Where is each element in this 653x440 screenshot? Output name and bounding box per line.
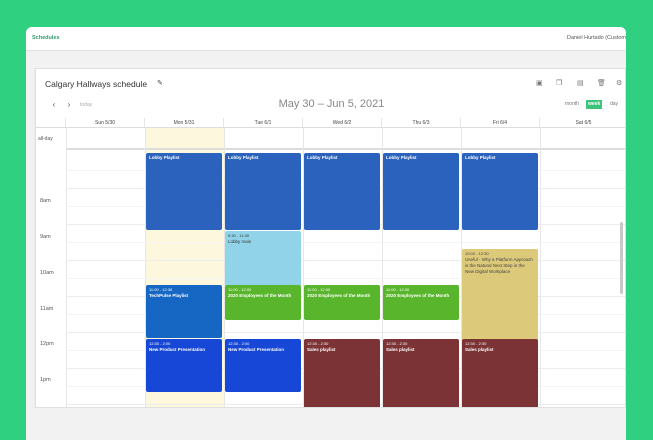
event-fri-useful[interactable]: 10:00 - 12:30 Useful - Why a Platform Ap… [462, 249, 538, 341]
event-tue-employees[interactable]: 11:00 - 12:00 2020 Employees of the Mont… [225, 285, 301, 320]
event-fri-sales[interactable]: 12:30 - 2:30 Sales playlist [462, 339, 538, 407]
event-tue-lobby-main[interactable]: 9:30 - 11:30 Lobby main [225, 231, 301, 286]
time-label-8am: 8am [40, 198, 51, 204]
event-wed-employees[interactable]: 11:00 - 12:00 2020 Employees of the Mont… [304, 285, 380, 320]
event-tue-new-product[interactable]: 12:30 - 2:00 New Product Presentation [225, 339, 301, 392]
schedule-card: Calgary Hallways schedule ✎ ▣ ❐ ▤ 🗑 ⚙ ‹ … [35, 68, 626, 408]
calendar-add-icon[interactable]: ▣ [536, 79, 543, 87]
time-label-10am: 10am [40, 270, 54, 276]
trash-icon[interactable]: 🗑 [597, 79, 606, 87]
view-month-button[interactable]: month [563, 100, 581, 109]
app-title[interactable]: Schedules [32, 35, 60, 41]
time-label-1pm: 1pm [40, 377, 51, 383]
allday-label: all-day [38, 136, 53, 142]
event-fri-lobby-playlist[interactable]: Lobby Playlist [462, 153, 538, 230]
folder-icon[interactable]: ▤ [577, 79, 584, 87]
allday-row[interactable] [66, 128, 625, 150]
event-wed-sales[interactable]: 12:30 - 2:30 Sales playlist [304, 339, 380, 407]
edit-pencil-icon[interactable]: ✎ [157, 79, 163, 87]
day-header-tue: Tue 6/1 [224, 118, 303, 128]
event-thu-lobby-playlist[interactable]: Lobby Playlist [383, 153, 459, 230]
event-mon-new-product[interactable]: 12:30 - 2:00 New Product Presentation [146, 339, 222, 392]
time-label-9am: 9am [40, 234, 51, 240]
event-thu-sales[interactable]: 12:30 - 2:30 Sales playlist [383, 339, 459, 407]
copy-icon[interactable]: ❐ [556, 79, 562, 87]
event-tue-lobby-playlist[interactable]: Lobby Playlist [225, 153, 301, 230]
date-range-title: May 30 – Jun 5, 2021 [278, 98, 385, 110]
schedule-title: Calgary Hallways schedule [45, 79, 148, 89]
event-thu-employees[interactable]: 11:00 - 12:00 2020 Employees of the Mont… [383, 285, 459, 320]
view-day-button[interactable]: day [608, 100, 620, 109]
time-label-12pm: 12pm [40, 341, 54, 347]
day-header-mon: Mon 5/31 [145, 118, 224, 128]
top-bar: Schedules Daniel Hurtado (Custom [26, 27, 626, 51]
view-week-button[interactable]: week [586, 100, 603, 109]
time-gutter-header [36, 118, 66, 128]
event-mon-lobby-playlist[interactable]: Lobby Playlist [146, 153, 222, 230]
day-header-fri: Fri 6/4 [461, 118, 540, 128]
day-header-thu: Thu 6/3 [382, 118, 461, 128]
time-label-11am: 11am [40, 306, 54, 312]
gear-icon[interactable]: ⚙ [616, 79, 622, 87]
event-mon-techpulse[interactable]: 11:00 - 12:30 TechPulse Playlist [146, 285, 222, 338]
week-grid: Sun 5/30 Mon 5/31 Tue 6/1 Wed 6/2 Thu 6/… [36, 118, 625, 407]
day-header-sun: Sun 5/30 [66, 118, 145, 128]
event-wed-lobby-playlist[interactable]: Lobby Playlist [304, 153, 380, 230]
user-menu[interactable]: Daniel Hurtado (Custom [567, 35, 626, 41]
page-footer-area [26, 408, 626, 440]
app-window: Schedules Daniel Hurtado (Custom Calgary… [26, 27, 626, 440]
day-header-sat: Sat 6/5 [540, 118, 625, 128]
day-header-wed: Wed 6/2 [303, 118, 382, 128]
grid-scrollbar[interactable] [620, 222, 623, 294]
